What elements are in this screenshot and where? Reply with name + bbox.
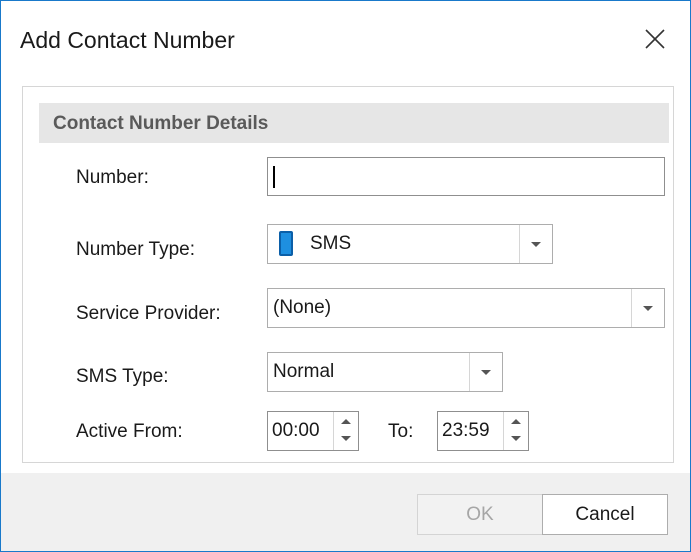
cancel-button[interactable]: Cancel <box>542 494 668 535</box>
service-provider-select[interactable]: (None) <box>267 288 665 328</box>
chevron-up-icon <box>341 419 351 424</box>
active-from-value: 00:00 <box>272 420 320 441</box>
mobile-phone-icon <box>279 231 293 256</box>
active-to-label: To: <box>388 421 414 442</box>
active-from-spinner <box>333 412 358 450</box>
number-type-label: Number Type: <box>76 239 195 260</box>
sms-type-label: SMS Type: <box>76 366 169 387</box>
number-type-select[interactable]: SMS <box>267 224 553 264</box>
title-bar: Add Contact Number <box>1 1 690 79</box>
sms-type-dropdown-button[interactable] <box>469 353 502 391</box>
active-from-increment-button[interactable] <box>334 412 358 431</box>
active-to-increment-button[interactable] <box>504 412 528 431</box>
number-type-value: SMS <box>310 233 352 254</box>
chevron-down-icon <box>481 370 491 375</box>
number-label: Number: <box>76 167 149 188</box>
active-to-decrement-button[interactable] <box>504 431 528 450</box>
sms-type-value: Normal <box>273 361 335 382</box>
close-icon <box>645 29 665 49</box>
group-header: Contact Number Details <box>39 103 669 143</box>
ok-button[interactable]: OK <box>417 494 543 535</box>
active-to-time-input[interactable]: 23:59 <box>437 411 529 451</box>
chevron-up-icon <box>511 419 521 424</box>
number-type-dropdown-button[interactable] <box>519 225 552 263</box>
active-from-time-input[interactable]: 00:00 <box>267 411 359 451</box>
active-to-value: 23:59 <box>442 420 490 441</box>
text-caret <box>273 166 275 188</box>
service-provider-label: Service Provider: <box>76 303 221 324</box>
service-provider-value: (None) <box>273 297 332 318</box>
chevron-down-icon <box>511 436 521 441</box>
chevron-down-icon <box>341 436 351 441</box>
window-title: Add Contact Number <box>20 27 235 53</box>
service-provider-dropdown-button[interactable] <box>631 289 664 327</box>
chevron-down-icon <box>643 306 653 311</box>
contact-details-group: Contact Number Details Number: Number Ty… <box>22 86 674 463</box>
close-button[interactable] <box>642 26 668 52</box>
number-input[interactable] <box>267 157 665 196</box>
group-title: Contact Number Details <box>53 113 269 134</box>
dialog-footer: OK Cancel <box>1 473 690 551</box>
dialog-window: Add Contact Number Contact Number Detail… <box>0 0 691 552</box>
chevron-down-icon <box>531 242 541 247</box>
active-from-decrement-button[interactable] <box>334 431 358 450</box>
sms-type-select[interactable]: Normal <box>267 352 503 392</box>
active-to-spinner <box>503 412 528 450</box>
active-from-label: Active From: <box>76 421 183 442</box>
dialog-content: Contact Number Details Number: Number Ty… <box>1 79 690 473</box>
